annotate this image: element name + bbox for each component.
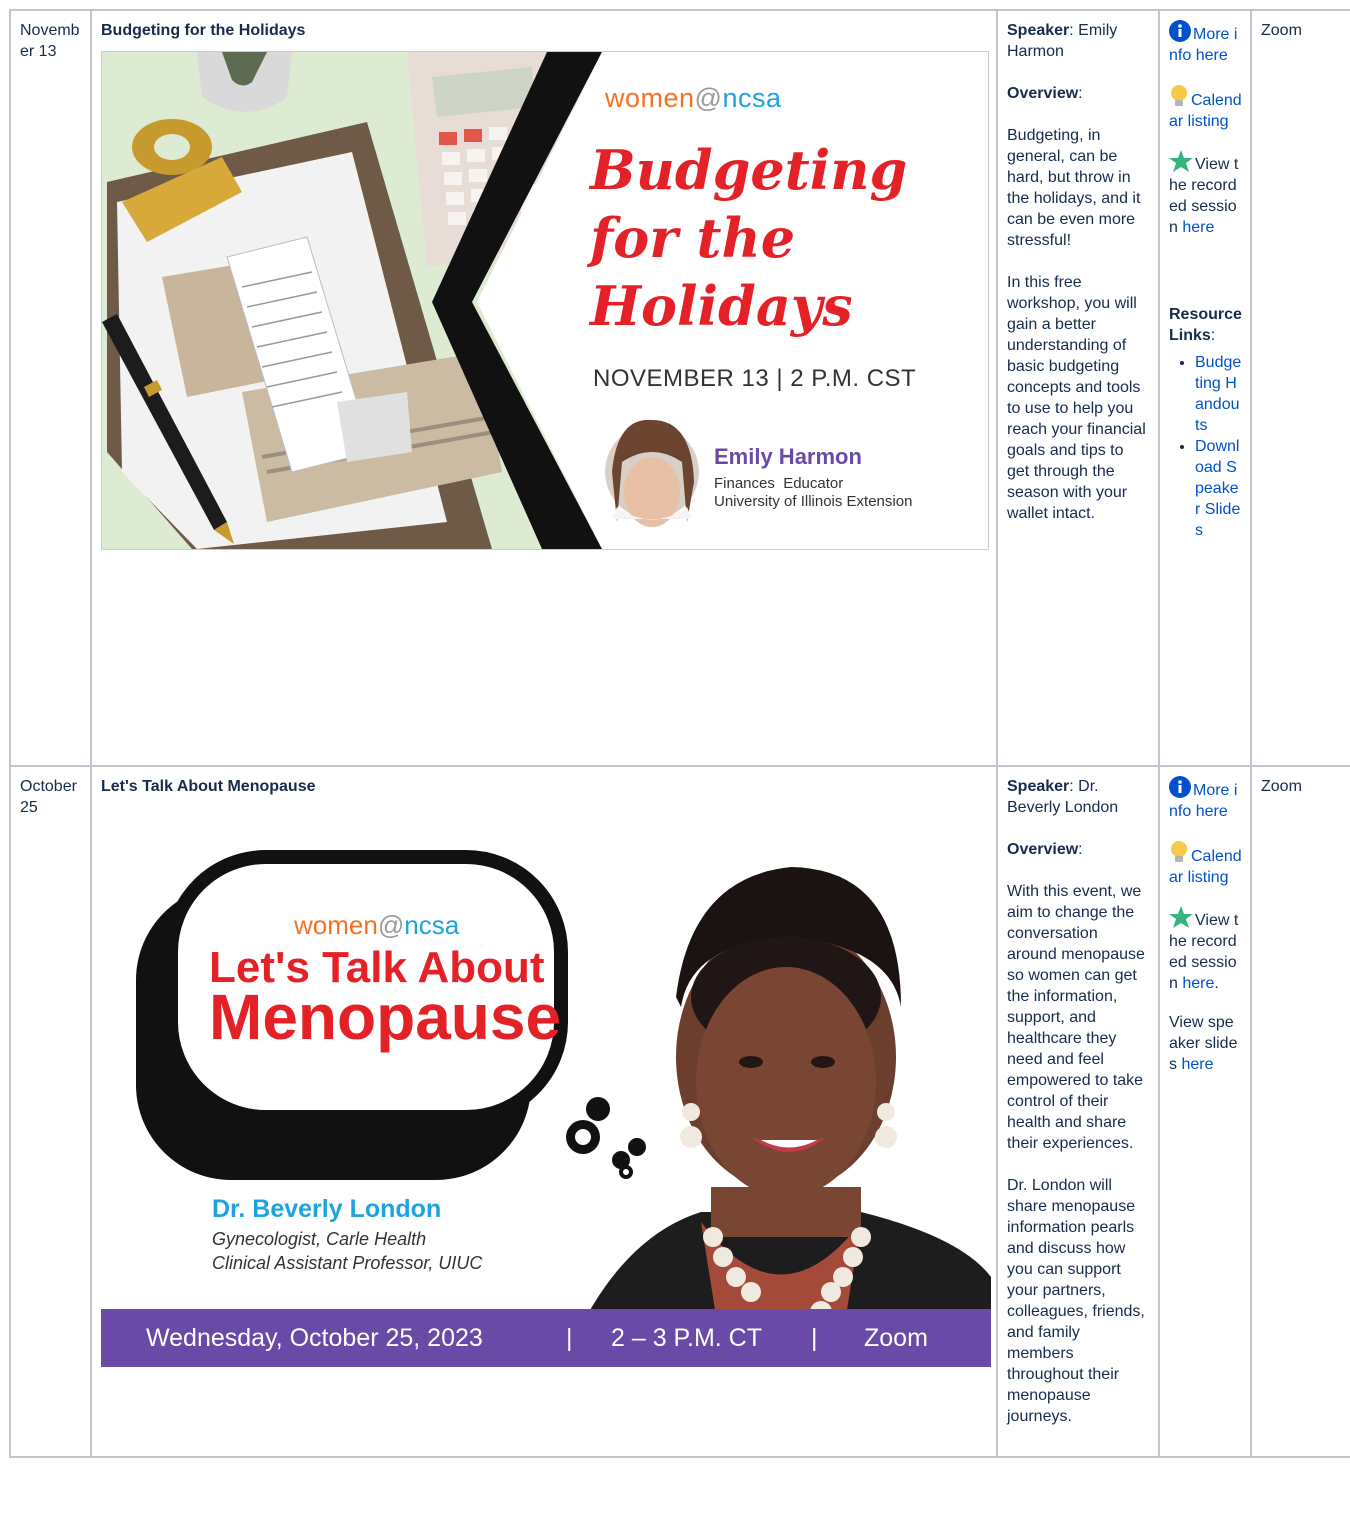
footer-place: Zoom: [864, 1324, 928, 1352]
events-table: November 13 Budgeting for the Holidays w…: [9, 9, 1350, 1458]
banner-speaker-name: Dr. Beverly London: [212, 1195, 442, 1223]
brand-ncsa: ncsa: [404, 910, 460, 940]
banner-speaker-role: Gynecologist, Carle Health: [212, 1229, 427, 1249]
overview-paragraph: Dr. London will share menopause informat…: [1007, 1177, 1145, 1425]
list-item: Budgeting Handouts: [1195, 352, 1242, 436]
event-date: October 25: [9, 765, 92, 1458]
resource-list: Budgeting Handouts Download Speaker Slid…: [1169, 352, 1242, 541]
brand-women: women: [605, 83, 695, 113]
star-icon: [1169, 150, 1193, 172]
banner-footer: Wednesday, October 25, 2023 | 2 – 3 P.M.…: [101, 1309, 991, 1367]
overview-paragraph: With this event, we aim to change the co…: [1007, 883, 1145, 1152]
footer-date: Wednesday, October 25, 2023: [146, 1324, 483, 1352]
brand-logo: women@ncsa: [294, 912, 459, 938]
recorded-here: here: [1182, 975, 1215, 992]
menopause-banner-image: women@ncsa Let's Talk About Menopause Dr…: [101, 807, 991, 1367]
footer-sep: |: [811, 1324, 818, 1352]
banner-speaker-org: University of Illinois Extension: [714, 493, 913, 510]
brand-logo: women@ncsa: [605, 85, 782, 112]
lightbulb-icon: [1171, 841, 1187, 862]
event-location: Zoom: [1250, 765, 1350, 1458]
table-row: October 25 Let's Talk About Menopause wo…: [9, 765, 1350, 1458]
budgeting-handouts-link[interactable]: Budgeting Handouts: [1195, 354, 1241, 434]
resource-links-label: Resource Links: [1169, 306, 1242, 344]
event-links-cell: More info here Calendar listing View the…: [1158, 765, 1252, 1458]
overview-paragraph: In this free workshop, you will gain a b…: [1007, 274, 1146, 522]
budgeting-banner-image: women@ncsa Budgeting for the Holidays NO…: [101, 51, 989, 550]
speaker-label: Speaker: [1007, 22, 1070, 39]
banner-headline-1: Let's Talk About: [209, 943, 545, 992]
speaker-label: Speaker: [1007, 778, 1070, 795]
recorded-period: .: [1214, 975, 1219, 992]
star-icon: [1169, 906, 1193, 928]
recorded-here: here: [1182, 219, 1215, 236]
banner-speaker-name: Emily Harmon: [714, 444, 862, 469]
event-info-cell: Speaker: Dr. Beverly London Overview: Wi…: [996, 765, 1160, 1458]
brand-women: women: [294, 910, 378, 940]
banner-datetime: NOVEMBER 13 | 2 P.M. CST: [593, 365, 917, 392]
overview-label: Overview: [1007, 85, 1079, 102]
recorded-label: View: [1195, 912, 1230, 929]
banner-headline: Budgeting for the Holidays: [590, 136, 907, 340]
event-info-cell: Speaker: Emily Harmon Overview: Budgetin…: [996, 9, 1160, 767]
speaker-slides-link[interactable]: here: [1181, 1056, 1213, 1073]
headline-line-3: Holidays: [590, 274, 853, 338]
brand-ncsa: ncsa: [722, 83, 782, 113]
event-title: Budgeting for the Holidays: [101, 22, 306, 39]
download-slides-link[interactable]: Download Speaker Slides: [1195, 438, 1240, 539]
overview-paragraph: Budgeting, in general, can be hard, but …: [1007, 127, 1141, 249]
info-icon: [1169, 776, 1191, 798]
event-links-cell: More info here Calendar listing View the…: [1158, 9, 1252, 767]
event-title: Let's Talk About Menopause: [101, 778, 316, 795]
info-icon: [1169, 20, 1191, 42]
headline-line-1: Budgeting: [590, 138, 908, 202]
brand-at: @: [377, 910, 405, 940]
footer-time: 2 – 3 P.M. CT: [611, 1324, 762, 1352]
brand-at: @: [694, 83, 723, 113]
lightbulb-icon: [1171, 85, 1187, 106]
list-item: Download Speaker Slides: [1195, 436, 1242, 541]
event-cell: Budgeting for the Holidays women@ncsa Bu…: [90, 9, 998, 767]
event-cell: Let's Talk About Menopause women@ncsa Le…: [90, 765, 998, 1458]
event-date: November 13: [9, 9, 92, 767]
table-row: November 13 Budgeting for the Holidays w…: [9, 9, 1350, 767]
menopause-illustration: [101, 807, 991, 1367]
banner-speaker-role2: Clinical Assistant Professor, UIUC: [212, 1253, 483, 1273]
footer-sep: |: [566, 1324, 573, 1352]
banner-headline-2: Menopause: [209, 981, 562, 1053]
overview-label: Overview: [1007, 841, 1079, 858]
recorded-label: View: [1195, 156, 1230, 173]
headline-line-2: for the: [590, 206, 796, 270]
event-location: Zoom: [1250, 9, 1350, 767]
